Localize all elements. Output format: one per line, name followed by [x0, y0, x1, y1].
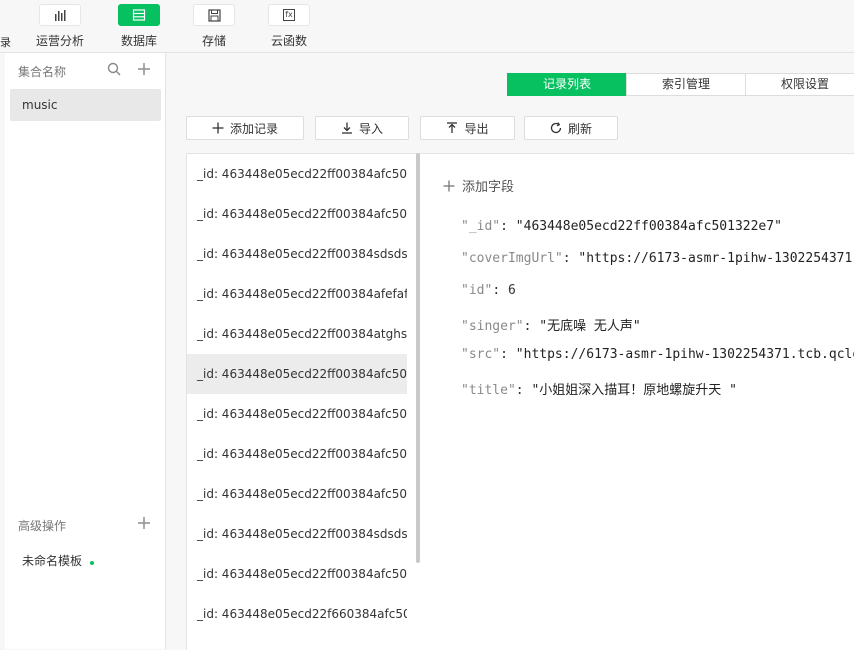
- plus-icon: [443, 180, 455, 191]
- record-item[interactable]: _id: 463448e05ecd22ff00384sdsds...: [187, 234, 407, 274]
- record-item[interactable]: _id: 463448e05ecd22ff00384sdsds...: [187, 514, 407, 554]
- field-row-title[interactable]: "title": "小姐姐深入描耳！原地螺旋升天 ": [461, 379, 737, 398]
- save-icon: [193, 4, 235, 26]
- export-label: 导出: [464, 121, 489, 136]
- field-value: 6: [507, 283, 516, 298]
- field-value: "无底噪 无人声": [539, 319, 641, 334]
- field-row-id[interactable]: "_id": "463448e05ecd22ff00384afc501322e7…: [461, 219, 782, 234]
- advanced-title: 高级操作: [18, 519, 67, 533]
- import-button[interactable]: 导入: [315, 116, 409, 140]
- add-field-label: 添加字段: [462, 180, 515, 195]
- edge-glyph: 录: [0, 36, 11, 49]
- plus-icon: [212, 122, 224, 134]
- download-icon: [341, 122, 352, 134]
- database-icon: [118, 4, 160, 26]
- add-record-label: 添加记录: [229, 121, 278, 136]
- search-icon[interactable]: [107, 62, 121, 76]
- record-item[interactable]: _id: 463448e05ecd22ff00384afc50...: [187, 434, 407, 474]
- record-item[interactable]: _id: 463448e05ecd22ff00384afc50...: [187, 394, 407, 434]
- record-detail: 添加字段 "_id": "463448e05ecd22ff00384afc501…: [421, 153, 854, 650]
- advanced-header: 高级操作: [5, 513, 165, 537]
- top-toolbar: 录 运营分析 数据库 存储 fx 云函数: [0, 0, 854, 53]
- record-list-scrollbar[interactable]: [416, 153, 420, 563]
- toolbar-database-button[interactable]: 数据库: [99, 2, 179, 50]
- refresh-button[interactable]: 刷新: [524, 116, 618, 140]
- field-row-src[interactable]: "src": "https://6173-asmr-1pihw-13022543…: [461, 347, 854, 362]
- field-key: "_id": [461, 219, 501, 234]
- field-row-singer[interactable]: "singer": "无底噪 无人声": [461, 315, 641, 334]
- field-value: "463448e05ecd22ff00384afc501322e7": [515, 219, 782, 234]
- toolbar-analytics-label: 运营分析: [35, 34, 84, 48]
- refresh-label: 刷新: [567, 121, 592, 136]
- field-value: "https://6173-asmr-1pihw-1302254371.tcb.…: [515, 347, 854, 362]
- add-advanced-icon[interactable]: [137, 516, 151, 530]
- collections-sidebar: 集合名称 music 高级操作 未命名模板: [5, 53, 166, 649]
- add-collection-icon[interactable]: [137, 62, 151, 76]
- tab-bar: 记录列表 索引管理 权限设置: [507, 73, 854, 96]
- collections-header: 集合名称: [5, 53, 165, 87]
- add-record-button[interactable]: 添加记录: [186, 116, 304, 140]
- toolbar-storage-button[interactable]: 存储: [174, 2, 254, 50]
- field-key: "src": [461, 347, 501, 362]
- field-key: "title": [461, 383, 516, 398]
- record-item[interactable]: _id: 463448e05ecd22ff00384afc50...: [187, 194, 407, 234]
- record-list: _id: 463448e05ecd22ff00384afc50... _id: …: [186, 153, 422, 650]
- record-item[interactable]: _id: 463448e05ecd22ff00384afc50...: [187, 154, 407, 194]
- status-dot: [90, 560, 95, 565]
- upload-icon: [447, 122, 458, 133]
- field-key: "coverImgUrl": [461, 251, 563, 266]
- function-icon-text: fx: [283, 9, 295, 21]
- collection-item-label: music: [22, 98, 58, 112]
- bar-chart-icon: [39, 4, 81, 26]
- record-item[interactable]: _id: 463448e05ecd22ff00384afc50...: [187, 474, 407, 514]
- template-label: 未命名模板: [22, 554, 83, 568]
- template-item[interactable]: 未命名模板: [22, 552, 95, 569]
- collection-item-music[interactable]: music: [10, 89, 161, 121]
- toolbar-cloud-function-button[interactable]: fx 云函数: [249, 2, 329, 50]
- field-row-id-number[interactable]: "id": 6: [461, 283, 516, 298]
- field-value: "https://6173-asmr-1pihw-1302254371.: [578, 251, 854, 266]
- toolbar-analytics-button[interactable]: 运营分析: [20, 2, 100, 50]
- collections-title: 集合名称: [18, 65, 67, 79]
- field-key: "singer": [461, 319, 524, 334]
- refresh-icon: [550, 122, 562, 134]
- toolbar-cloud-function-label: 云函数: [270, 34, 307, 48]
- import-label: 导入: [358, 121, 383, 136]
- toolbar-database-label: 数据库: [120, 34, 157, 48]
- field-value: "小姐姐深入描耳！原地螺旋升天 ": [531, 383, 737, 398]
- function-icon: fx: [268, 4, 310, 26]
- toolbar-storage-label: 存储: [201, 34, 226, 48]
- add-field-button[interactable]: 添加字段: [443, 176, 514, 195]
- field-row-coverimgurl[interactable]: "coverImgUrl": "https://6173-asmr-1pihw-…: [461, 251, 854, 266]
- export-button[interactable]: 导出: [420, 116, 515, 140]
- record-item[interactable]: _id: 463448e05ecd22ff00384atghs...: [187, 314, 407, 354]
- tab-indexes[interactable]: 索引管理: [626, 73, 746, 96]
- field-key: "id": [461, 283, 493, 298]
- record-item[interactable]: _id: 463448e05ecd22f660384afc50...: [187, 594, 407, 634]
- record-item[interactable]: _id: 463448e05ecd22ff00384afc50...: [187, 554, 407, 594]
- record-item[interactable]: _id: 463448e05ecd22ff00384afefaf...: [187, 274, 407, 314]
- tab-permissions[interactable]: 权限设置: [745, 73, 854, 96]
- record-item-selected[interactable]: _id: 463448e05ecd22ff00384afc50...: [187, 354, 407, 394]
- tab-records[interactable]: 记录列表: [507, 73, 627, 96]
